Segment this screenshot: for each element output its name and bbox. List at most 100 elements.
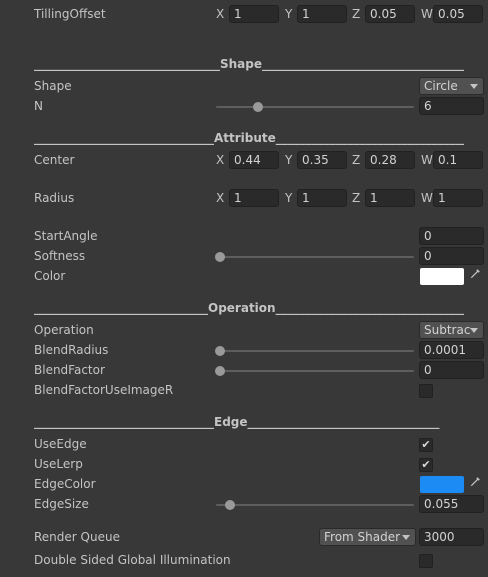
edge-color-label: EdgeColor bbox=[34, 477, 96, 491]
tilling-offset-row: TillingOffset X 1 Y 1 Z 0.05 W 0.05 bbox=[0, 5, 488, 25]
z-axis-label: Z bbox=[352, 7, 361, 21]
n-row: N 6 bbox=[0, 97, 488, 117]
tilling-offset-y-field[interactable]: 1 bbox=[297, 5, 347, 23]
blend-factor-row: BlendFactor 0 bbox=[0, 361, 488, 381]
edge-section-title: ______________________________Edge______… bbox=[34, 415, 440, 429]
operation-section-title: _____________________________Operation__… bbox=[34, 301, 464, 315]
shape-dropdown[interactable]: Circle bbox=[419, 77, 484, 95]
eyedropper-icon[interactable] bbox=[466, 267, 484, 285]
tilling-offset-x-field[interactable]: 1 bbox=[229, 5, 279, 23]
radius-w-field[interactable]: 1 bbox=[433, 189, 483, 207]
center-w-field[interactable]: 0.1 bbox=[433, 151, 483, 169]
color-label: Color bbox=[34, 269, 66, 283]
blend-factor-use-image-checkbox[interactable] bbox=[419, 384, 433, 398]
center-row: Center X 0.44 Y 0.35 Z 0.28 W 0.1 bbox=[0, 151, 488, 171]
x-axis-label: X bbox=[216, 7, 225, 21]
color-swatch[interactable] bbox=[420, 268, 464, 285]
center-z-field[interactable]: 0.28 bbox=[365, 151, 415, 169]
y-axis-label: Y bbox=[285, 191, 293, 205]
double-sided-gi-label: Double Sided Global Illumination bbox=[34, 553, 231, 567]
tilling-offset-w-field[interactable]: 0.05 bbox=[433, 5, 483, 23]
center-x-field[interactable]: 0.44 bbox=[229, 151, 279, 169]
start-angle-row: StartAngle 0 bbox=[0, 227, 488, 247]
shape-row: Shape Circle bbox=[0, 77, 488, 97]
softness-slider-track[interactable] bbox=[216, 256, 414, 258]
center-y-field[interactable]: 0.35 bbox=[297, 151, 347, 169]
checkmark-icon: ✔ bbox=[421, 458, 431, 471]
edge-size-field[interactable]: 0.055 bbox=[419, 495, 484, 513]
radius-y-field[interactable]: 1 bbox=[297, 189, 347, 207]
blend-radius-slider-knob[interactable] bbox=[215, 346, 225, 356]
x-axis-label: X bbox=[216, 153, 225, 167]
blend-radius-field[interactable]: 0.0001 bbox=[419, 341, 484, 359]
blend-factor-use-image-row: BlendFactorUseImageR bbox=[0, 381, 488, 401]
z-axis-label: Z bbox=[352, 191, 361, 205]
blend-radius-slider-track[interactable] bbox=[216, 350, 414, 352]
n-slider-knob[interactable] bbox=[253, 102, 263, 112]
render-queue-label: Render Queue bbox=[34, 530, 120, 544]
radius-label: Radius bbox=[34, 191, 75, 205]
blend-radius-label: BlendRadius bbox=[34, 343, 109, 357]
blend-factor-label: BlendFactor bbox=[34, 363, 105, 377]
y-axis-label: Y bbox=[285, 153, 293, 167]
use-lerp-row: UseLerp ✔ bbox=[0, 455, 488, 475]
double-sided-gi-checkbox[interactable] bbox=[419, 554, 433, 568]
double-sided-gi-row: Double Sided Global Illumination bbox=[0, 551, 488, 571]
attribute-section-header: ______________________________Attribute_… bbox=[0, 129, 488, 149]
edge-size-slider-knob[interactable] bbox=[225, 500, 235, 510]
softness-label: Softness bbox=[34, 249, 86, 263]
shape-section-header: _______________________________Shape____… bbox=[0, 55, 488, 75]
chevron-down-icon bbox=[402, 535, 410, 540]
softness-slider-knob[interactable] bbox=[215, 252, 225, 262]
render-queue-dropdown[interactable]: From Shader bbox=[319, 528, 416, 546]
edge-section-header: ______________________________Edge______… bbox=[0, 413, 488, 433]
edge-color-row: EdgeColor bbox=[0, 475, 488, 495]
edge-size-row: EdgeSize 0.055 bbox=[0, 495, 488, 515]
blend-factor-use-image-label: BlendFactorUseImageR bbox=[34, 383, 174, 397]
softness-row: Softness 0 bbox=[0, 247, 488, 267]
edge-color-swatch[interactable] bbox=[420, 476, 464, 493]
use-edge-label: UseEdge bbox=[34, 437, 87, 451]
use-edge-checkbox[interactable]: ✔ bbox=[419, 438, 433, 452]
n-label: N bbox=[34, 99, 43, 113]
tilling-offset-z-field[interactable]: 0.05 bbox=[365, 5, 415, 23]
w-axis-label: W bbox=[421, 191, 433, 205]
radius-x-field[interactable]: 1 bbox=[229, 189, 279, 207]
operation-section-header: _____________________________Operation__… bbox=[0, 299, 488, 319]
operation-dropdown-value: Subtrac bbox=[424, 323, 471, 337]
w-axis-label: W bbox=[421, 7, 433, 21]
render-queue-mode: From Shader bbox=[324, 530, 401, 544]
eyedropper-icon[interactable] bbox=[466, 475, 484, 493]
x-axis-label: X bbox=[216, 191, 225, 205]
shape-dropdown-value: Circle bbox=[424, 79, 458, 93]
center-label: Center bbox=[34, 153, 75, 167]
blend-factor-field[interactable]: 0 bbox=[419, 361, 484, 379]
edge-size-label: EdgeSize bbox=[34, 497, 89, 511]
shape-section-title: _______________________________Shape____… bbox=[34, 57, 464, 71]
use-edge-row: UseEdge ✔ bbox=[0, 435, 488, 455]
use-lerp-checkbox[interactable]: ✔ bbox=[419, 458, 433, 472]
n-slider-track[interactable] bbox=[216, 106, 414, 108]
tilling-offset-label: TillingOffset bbox=[34, 7, 106, 21]
start-angle-label: StartAngle bbox=[34, 229, 98, 243]
chevron-down-icon bbox=[470, 84, 478, 89]
start-angle-field[interactable]: 0 bbox=[419, 227, 484, 245]
checkmark-icon: ✔ bbox=[421, 438, 431, 451]
color-row: Color bbox=[0, 267, 488, 287]
w-axis-label: W bbox=[421, 153, 433, 167]
operation-dropdown[interactable]: Subtrac bbox=[419, 321, 484, 339]
blend-factor-slider-knob[interactable] bbox=[215, 366, 225, 376]
n-field[interactable]: 6 bbox=[419, 97, 484, 115]
softness-field[interactable]: 0 bbox=[419, 247, 484, 265]
operation-label: Operation bbox=[34, 323, 94, 337]
chevron-down-icon bbox=[470, 328, 478, 333]
operation-row: Operation Subtrac bbox=[0, 321, 488, 341]
radius-z-field[interactable]: 1 bbox=[365, 189, 415, 207]
blend-radius-row: BlendRadius 0.0001 bbox=[0, 341, 488, 361]
shape-label: Shape bbox=[34, 79, 72, 93]
render-queue-field[interactable]: 3000 bbox=[419, 528, 484, 546]
z-axis-label: Z bbox=[352, 153, 361, 167]
attribute-section-title: ______________________________Attribute_… bbox=[34, 131, 464, 145]
edge-size-slider-track[interactable] bbox=[216, 504, 414, 506]
blend-factor-slider-track[interactable] bbox=[216, 370, 414, 372]
